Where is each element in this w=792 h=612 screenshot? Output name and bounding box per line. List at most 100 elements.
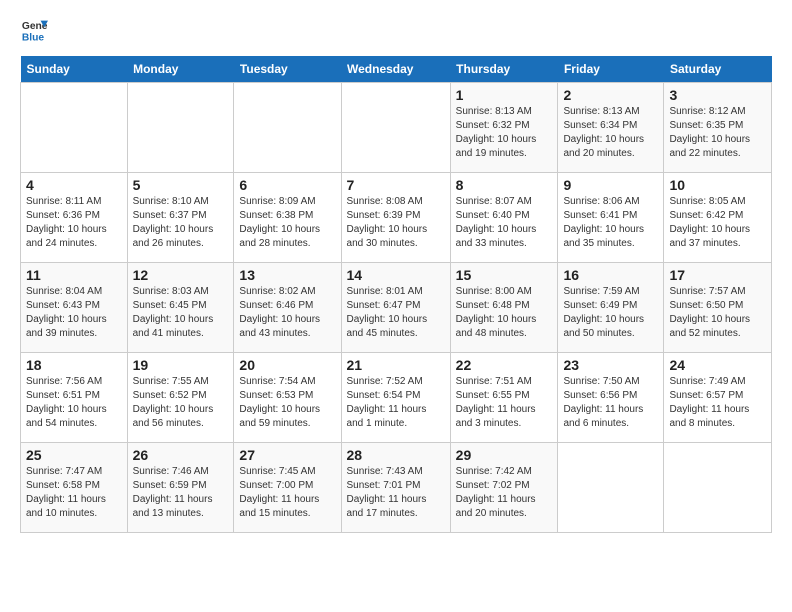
- day-number: 6: [239, 177, 335, 193]
- day-number: 3: [669, 87, 766, 103]
- calendar-week-0: 1 Sunrise: 8:13 AM Sunset: 6:32 PM Daylig…: [21, 83, 772, 173]
- calendar-cell: 14 Sunrise: 8:01 AM Sunset: 6:47 PM Dayli…: [341, 263, 450, 353]
- calendar-cell: 1 Sunrise: 8:13 AM Sunset: 6:32 PM Daylig…: [450, 83, 558, 173]
- logo-icon: General Blue: [20, 16, 48, 44]
- calendar-week-3: 18Sunrise: 7:56 AM Sunset: 6:51 PM Dayli…: [21, 353, 772, 443]
- day-info: Sunrise: 8:10 AM Sunset: 6:37 PM Dayligh…: [133, 195, 229, 251]
- day-number: 13: [239, 267, 335, 283]
- calendar-cell: 21 Sunrise: 7:52 AM Sunset: 6:54 PM Dayli…: [341, 353, 450, 443]
- day-number: 18: [26, 357, 122, 373]
- calendar-cell: 16 Sunrise: 7:59 AM Sunset: 6:49 PM Dayli…: [558, 263, 664, 353]
- day-info: Sunrise: 7:49 AM Sunset: 6:57 PM Dayligh…: [669, 375, 766, 431]
- day-number: 17: [669, 267, 766, 283]
- day-info: Sunrise: 7:51 AM Sunset: 6:55 PM Dayligh…: [456, 375, 553, 431]
- day-info: Sunrise: 8:12 AM Sunset: 6:35 PM Dayligh…: [669, 105, 766, 161]
- day-header-sunday: Sunday: [21, 56, 128, 83]
- calendar-cell: 18Sunrise: 7:56 AM Sunset: 6:51 PM Dayli…: [21, 353, 128, 443]
- day-info: Sunrise: 8:07 AM Sunset: 6:40 PM Dayligh…: [456, 195, 553, 251]
- calendar-cell: [234, 83, 341, 173]
- logo: General Blue: [20, 16, 48, 44]
- day-number: 16: [563, 267, 658, 283]
- day-number: 15: [456, 267, 553, 283]
- calendar-cell: 10Sunrise: 8:05 AM Sunset: 6:42 PM Dayli…: [664, 173, 772, 263]
- day-number: 22: [456, 357, 553, 373]
- calendar-cell: 11 Sunrise: 8:04 AM Sunset: 6:43 PM Dayli…: [21, 263, 128, 353]
- calendar-cell: 9Sunrise: 8:06 AM Sunset: 6:41 PM Daylig…: [558, 173, 664, 263]
- day-number: 19: [133, 357, 229, 373]
- day-info: Sunrise: 8:08 AM Sunset: 6:39 PM Dayligh…: [347, 195, 445, 251]
- day-info: Sunrise: 8:09 AM Sunset: 6:38 PM Dayligh…: [239, 195, 335, 251]
- day-info: Sunrise: 7:45 AM Sunset: 7:00 PM Dayligh…: [239, 465, 335, 521]
- day-header-thursday: Thursday: [450, 56, 558, 83]
- calendar-cell: 26 Sunrise: 7:46 AM Sunset: 6:59 PM Dayli…: [127, 443, 234, 533]
- day-number: 11: [26, 267, 122, 283]
- calendar-cell: 19 Sunrise: 7:55 AM Sunset: 6:52 PM Dayli…: [127, 353, 234, 443]
- day-number: 14: [347, 267, 445, 283]
- calendar-cell: 23 Sunrise: 7:50 AM Sunset: 6:56 PM Dayli…: [558, 353, 664, 443]
- calendar-cell: 24 Sunrise: 7:49 AM Sunset: 6:57 PM Dayli…: [664, 353, 772, 443]
- day-number: 28: [347, 447, 445, 463]
- calendar-cell: 25 Sunrise: 7:47 AM Sunset: 6:58 PM Dayli…: [21, 443, 128, 533]
- day-number: 5: [133, 177, 229, 193]
- day-info: Sunrise: 8:01 AM Sunset: 6:47 PM Dayligh…: [347, 285, 445, 341]
- day-info: Sunrise: 8:03 AM Sunset: 6:45 PM Dayligh…: [133, 285, 229, 341]
- day-number: 7: [347, 177, 445, 193]
- calendar-cell: 3 Sunrise: 8:12 AM Sunset: 6:35 PM Daylig…: [664, 83, 772, 173]
- calendar-cell: 2 Sunrise: 8:13 AM Sunset: 6:34 PM Daylig…: [558, 83, 664, 173]
- day-header-monday: Monday: [127, 56, 234, 83]
- day-info: Sunrise: 8:13 AM Sunset: 6:32 PM Dayligh…: [456, 105, 553, 161]
- day-info: Sunrise: 7:59 AM Sunset: 6:49 PM Dayligh…: [563, 285, 658, 341]
- calendar-week-1: 4Sunrise: 8:11 AM Sunset: 6:36 PM Daylig…: [21, 173, 772, 263]
- calendar-cell: [21, 83, 128, 173]
- day-number: 9: [563, 177, 658, 193]
- day-number: 25: [26, 447, 122, 463]
- day-header-row: SundayMondayTuesdayWednesdayThursdayFrid…: [21, 56, 772, 83]
- calendar-cell: [341, 83, 450, 173]
- day-number: 27: [239, 447, 335, 463]
- day-info: Sunrise: 8:13 AM Sunset: 6:34 PM Dayligh…: [563, 105, 658, 161]
- calendar-cell: 29 Sunrise: 7:42 AM Sunset: 7:02 PM Dayli…: [450, 443, 558, 533]
- calendar-cell: [127, 83, 234, 173]
- calendar-cell: 13 Sunrise: 8:02 AM Sunset: 6:46 PM Dayli…: [234, 263, 341, 353]
- day-info: Sunrise: 7:50 AM Sunset: 6:56 PM Dayligh…: [563, 375, 658, 431]
- day-info: Sunrise: 7:55 AM Sunset: 6:52 PM Dayligh…: [133, 375, 229, 431]
- day-info: Sunrise: 7:46 AM Sunset: 6:59 PM Dayligh…: [133, 465, 229, 521]
- calendar-cell: 4Sunrise: 8:11 AM Sunset: 6:36 PM Daylig…: [21, 173, 128, 263]
- calendar-cell: 8 Sunrise: 8:07 AM Sunset: 6:40 PM Daylig…: [450, 173, 558, 263]
- calendar-cell: 27 Sunrise: 7:45 AM Sunset: 7:00 PM Dayli…: [234, 443, 341, 533]
- day-info: Sunrise: 8:04 AM Sunset: 6:43 PM Dayligh…: [26, 285, 122, 341]
- calendar-cell: [558, 443, 664, 533]
- day-info: Sunrise: 7:42 AM Sunset: 7:02 PM Dayligh…: [456, 465, 553, 521]
- day-number: 23: [563, 357, 658, 373]
- day-info: Sunrise: 8:00 AM Sunset: 6:48 PM Dayligh…: [456, 285, 553, 341]
- calendar-cell: 5 Sunrise: 8:10 AM Sunset: 6:37 PM Daylig…: [127, 173, 234, 263]
- day-number: 21: [347, 357, 445, 373]
- day-number: 4: [26, 177, 122, 193]
- calendar-cell: 7 Sunrise: 8:08 AM Sunset: 6:39 PM Daylig…: [341, 173, 450, 263]
- day-number: 12: [133, 267, 229, 283]
- calendar-cell: [664, 443, 772, 533]
- day-number: 24: [669, 357, 766, 373]
- day-info: Sunrise: 7:54 AM Sunset: 6:53 PM Dayligh…: [239, 375, 335, 431]
- calendar-cell: 15 Sunrise: 8:00 AM Sunset: 6:48 PM Dayli…: [450, 263, 558, 353]
- svg-text:Blue: Blue: [22, 32, 45, 43]
- day-number: 20: [239, 357, 335, 373]
- day-number: 10: [669, 177, 766, 193]
- day-header-friday: Friday: [558, 56, 664, 83]
- day-number: 1: [456, 87, 553, 103]
- calendar-cell: 6 Sunrise: 8:09 AM Sunset: 6:38 PM Daylig…: [234, 173, 341, 263]
- calendar-cell: 17 Sunrise: 7:57 AM Sunset: 6:50 PM Dayli…: [664, 263, 772, 353]
- day-number: 29: [456, 447, 553, 463]
- calendar-week-4: 25 Sunrise: 7:47 AM Sunset: 6:58 PM Dayli…: [21, 443, 772, 533]
- day-info: Sunrise: 8:02 AM Sunset: 6:46 PM Dayligh…: [239, 285, 335, 341]
- day-info: Sunrise: 7:52 AM Sunset: 6:54 PM Dayligh…: [347, 375, 445, 431]
- day-header-saturday: Saturday: [664, 56, 772, 83]
- calendar-table: SundayMondayTuesdayWednesdayThursdayFrid…: [20, 56, 772, 533]
- day-header-wednesday: Wednesday: [341, 56, 450, 83]
- day-header-tuesday: Tuesday: [234, 56, 341, 83]
- day-number: 2: [563, 87, 658, 103]
- day-info: Sunrise: 7:47 AM Sunset: 6:58 PM Dayligh…: [26, 465, 122, 521]
- day-number: 8: [456, 177, 553, 193]
- day-number: 26: [133, 447, 229, 463]
- day-info: Sunrise: 7:57 AM Sunset: 6:50 PM Dayligh…: [669, 285, 766, 341]
